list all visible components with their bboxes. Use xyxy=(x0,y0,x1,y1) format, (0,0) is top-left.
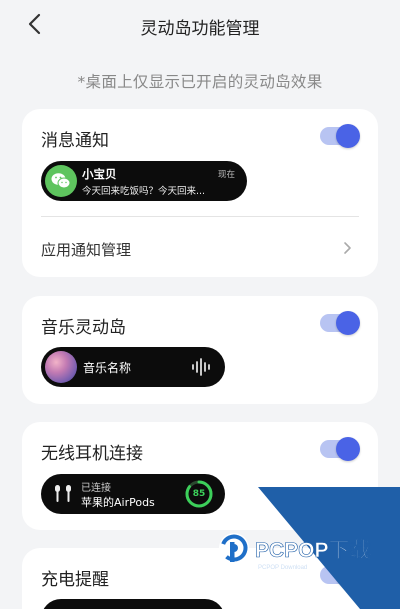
toggle-earphones[interactable] xyxy=(320,437,360,461)
app-notification-manage-link[interactable]: 应用通知管理 xyxy=(41,239,131,260)
album-art xyxy=(45,351,77,383)
notification-message: 今天回来吃饭吗？今天回来... xyxy=(82,186,206,197)
toggle-knob xyxy=(336,563,360,587)
card-earphones: 无线耳机连接 已连接 苹果的AirPods 85 xyxy=(22,422,378,530)
earphones-preview-pill: 已连接 苹果的AirPods 85 xyxy=(41,474,225,514)
notification-time: 现在 xyxy=(217,170,235,180)
header: 灵动岛功能管理 xyxy=(0,0,400,50)
airpods-icon xyxy=(55,485,71,502)
chevron-right-icon[interactable] xyxy=(342,241,352,255)
card-notification: 消息通知 小宝贝 现在 今天回来吃饭吗？今天回来... 应用通知管理 xyxy=(22,109,378,277)
card-title-notification: 消息通知 xyxy=(41,131,109,151)
card-music: 音乐灵动岛 音乐名称 xyxy=(22,296,378,404)
card-charging: 充电提醒 xyxy=(22,548,378,609)
toggle-knob xyxy=(336,311,360,335)
battery-level: 85 xyxy=(192,489,206,499)
card-title-charging: 充电提醒 xyxy=(41,570,109,590)
notification-preview-pill: 小宝贝 现在 今天回来吃饭吗？今天回来... xyxy=(41,161,247,201)
toggle-notification[interactable] xyxy=(320,124,360,148)
toggle-charging[interactable] xyxy=(320,563,360,587)
audio-waveform-icon xyxy=(192,358,210,376)
subtitle-note: *桌面上仅显示已开启的灵动岛效果 xyxy=(77,73,323,91)
earphones-device-name: 苹果的AirPods xyxy=(81,496,155,509)
card-title-music: 音乐灵动岛 xyxy=(41,318,126,338)
toggle-knob xyxy=(336,437,360,461)
divider xyxy=(41,216,359,217)
toggle-music[interactable] xyxy=(320,311,360,335)
music-preview-pill: 音乐名称 xyxy=(41,347,225,387)
charging-preview-pill xyxy=(41,599,225,609)
earphones-status: 已连接 xyxy=(81,483,111,494)
card-title-earphones: 无线耳机连接 xyxy=(41,444,143,464)
toggle-knob xyxy=(336,124,360,148)
page-title: 灵动岛功能管理 xyxy=(140,19,260,39)
notification-sender: 小宝贝 xyxy=(82,167,117,181)
wechat-icon xyxy=(45,165,77,197)
song-name: 音乐名称 xyxy=(83,361,132,375)
